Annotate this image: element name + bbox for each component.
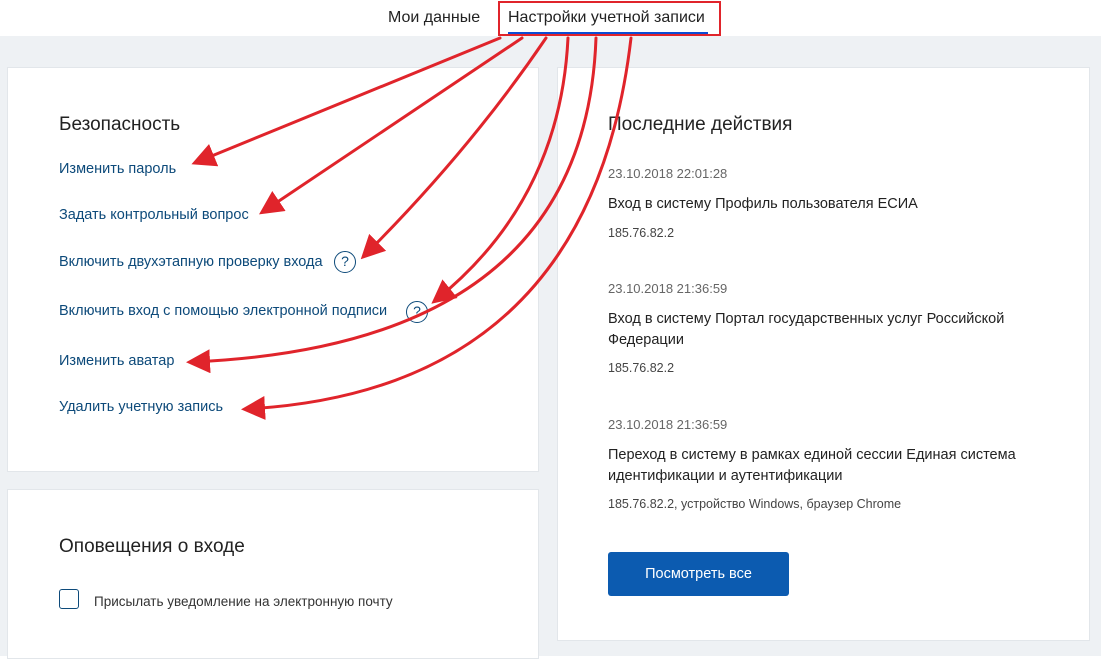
recent-actions-card: Последние действия 23.10.2018 22:01:28 В… bbox=[557, 67, 1090, 641]
action-description: Вход в систему Профиль пользователя ЕСИА bbox=[608, 196, 918, 212]
action-date: 23.10.2018 22:01:28 bbox=[608, 166, 728, 181]
enable-two-step-verification-link[interactable]: Включить двухэтапную проверку входа bbox=[59, 254, 323, 270]
action-description: Вход в систему Портал государственных ус… bbox=[608, 311, 1005, 348]
action-description: Переход в систему в рамках единой сессии… bbox=[608, 447, 1016, 484]
tab-account-settings[interactable]: Настройки учетной записи bbox=[508, 9, 705, 27]
change-avatar-link[interactable]: Изменить аватар bbox=[59, 353, 174, 369]
delete-account-link[interactable]: Удалить учетную запись bbox=[59, 399, 223, 415]
action-details: 185.76.82.2 bbox=[608, 361, 675, 375]
action-details: 185.76.82.2, устройство Windows, браузер… bbox=[608, 497, 902, 511]
change-password-link[interactable]: Изменить пароль bbox=[59, 161, 176, 177]
recent-actions-title: Последние действия bbox=[608, 114, 793, 135]
email-notification-label[interactable]: Присылать уведомление на электронную поч… bbox=[94, 594, 393, 609]
question-circle-icon[interactable]: ? bbox=[334, 251, 356, 273]
security-title: Безопасность bbox=[59, 114, 181, 135]
set-security-question-link[interactable]: Задать контрольный вопрос bbox=[59, 207, 249, 223]
enable-electronic-signature-login-link[interactable]: Включить вход с помощью электронной подп… bbox=[59, 303, 387, 319]
action-date: 23.10.2018 21:36:59 bbox=[608, 281, 728, 296]
action-date: 23.10.2018 21:36:59 bbox=[608, 417, 728, 432]
email-notification-checkbox[interactable] bbox=[59, 589, 79, 609]
question-circle-icon[interactable]: ? bbox=[406, 301, 428, 323]
top-tabs: Мои данные Настройки учетной записи bbox=[0, 0, 1101, 36]
login-notifications-card: Оповещения о входе Присылать уведомление… bbox=[7, 489, 539, 659]
notifications-title: Оповещения о входе bbox=[59, 536, 245, 557]
tab-my-data[interactable]: Мои данные bbox=[388, 9, 480, 27]
action-details: 185.76.82.2 bbox=[608, 226, 675, 240]
view-all-button[interactable]: Посмотреть все bbox=[608, 552, 789, 596]
security-card: Безопасность Изменить пароль Задать конт… bbox=[7, 67, 539, 472]
active-tab-indicator bbox=[508, 32, 708, 35]
